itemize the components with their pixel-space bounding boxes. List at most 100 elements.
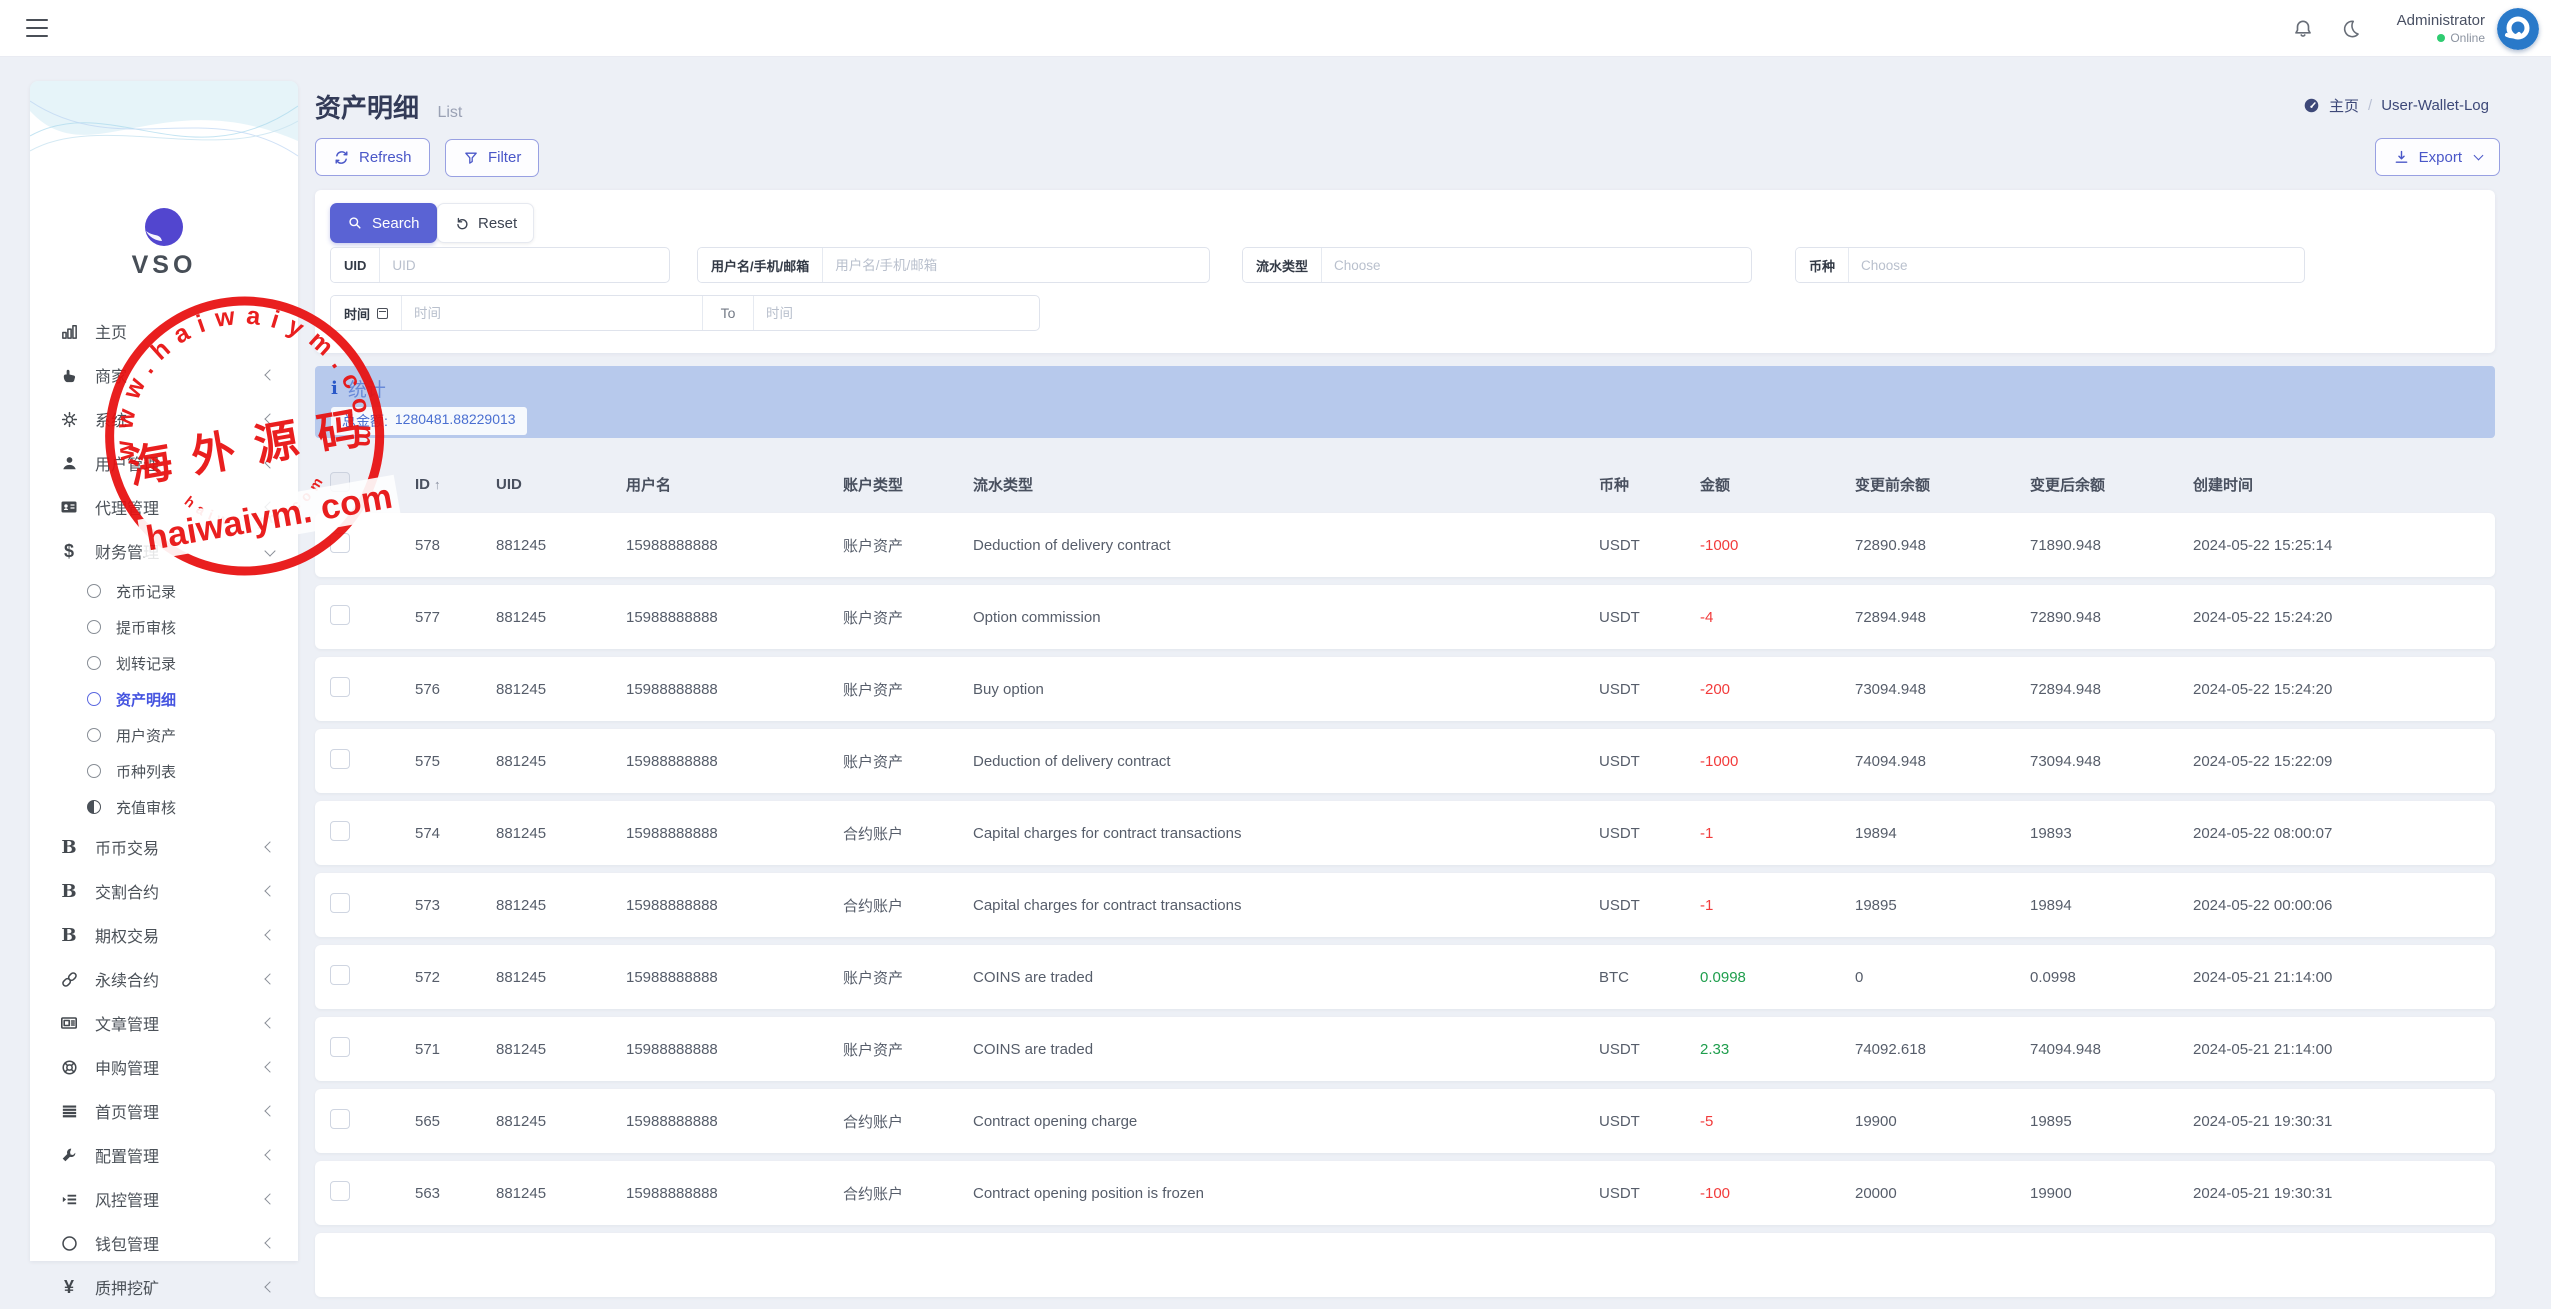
- time-to-input[interactable]: [754, 296, 1039, 330]
- sidebar-item[interactable]: 代理管理: [30, 485, 298, 529]
- avatar[interactable]: [2497, 8, 2539, 50]
- table-row: 57188124515988888888账户资产COINS are traded…: [315, 1017, 2495, 1081]
- list-icon: [56, 1102, 82, 1121]
- breadcrumb-current: User-Wallet-Log: [2381, 97, 2489, 114]
- sidebar-item[interactable]: 申购管理: [30, 1045, 298, 1089]
- export-button[interactable]: Export: [2375, 138, 2500, 176]
- dollar-icon: $: [56, 541, 82, 562]
- sidebar-item[interactable]: 主页: [30, 309, 298, 353]
- row-checkbox[interactable]: [330, 533, 350, 553]
- row-checkbox[interactable]: [330, 1037, 350, 1057]
- cell-account-type: 账户资产: [843, 1039, 973, 1060]
- cell-flow-type: Capital charges for contract transaction…: [973, 825, 1599, 842]
- cell-flow-type: Contract opening charge: [973, 1113, 1599, 1130]
- chevron-left-icon: [264, 841, 275, 852]
- sidebar: VSO 主页商家系统用户管理代理管理$财务管理充币记录提币审核划转记录资产明细用…: [30, 81, 298, 1261]
- sidebar-subitem[interactable]: 充币记录: [30, 573, 298, 609]
- sidebar-subitem[interactable]: 资产明细: [30, 681, 298, 717]
- row-checkbox[interactable]: [330, 821, 350, 841]
- cell-username: 15988888888: [626, 1041, 843, 1058]
- cell-username: 15988888888: [626, 897, 843, 914]
- select-all-checkbox[interactable]: [330, 472, 350, 492]
- sidebar-item[interactable]: 商家: [30, 353, 298, 397]
- main-content: 资产明细 List 主页 / User-Wallet-Log: [315, 57, 2520, 1305]
- topbar: Administrator Online: [0, 0, 2551, 57]
- flow-type-field-group: 流水类型: [1242, 247, 1752, 283]
- cell-username: 15988888888: [626, 1185, 843, 1202]
- sidebar-item[interactable]: 钱包管理: [30, 1221, 298, 1265]
- cell-account-type: 账户资产: [843, 535, 973, 556]
- cell-username: 15988888888: [626, 1113, 843, 1130]
- account-field-group: 用户名/手机/邮箱: [697, 247, 1210, 283]
- table-row-partial: [315, 1233, 2495, 1297]
- notification-bell-icon[interactable]: [2292, 18, 2314, 40]
- sidebar-subitem[interactable]: 提币审核: [30, 609, 298, 645]
- sidebar-item[interactable]: 永续合约: [30, 957, 298, 1001]
- sidebar-item[interactable]: $财务管理: [30, 529, 298, 573]
- flow-type-select[interactable]: [1322, 248, 1751, 282]
- row-checkbox[interactable]: [330, 965, 350, 985]
- cell-after-balance: 74094.948: [2030, 1041, 2193, 1058]
- refresh-button[interactable]: Refresh: [315, 138, 430, 176]
- newspaper-icon: [56, 1013, 82, 1033]
- sidebar-item[interactable]: 系统: [30, 397, 298, 441]
- cell-before-balance: 19894: [1855, 825, 2030, 842]
- time-from-input[interactable]: [402, 296, 702, 330]
- breadcrumb-home[interactable]: 主页: [2329, 95, 2359, 116]
- uid-input[interactable]: [380, 248, 669, 282]
- cell-after-balance: 19893: [2030, 825, 2193, 842]
- cell-uid: 881245: [496, 537, 626, 554]
- cell-flow-type: Option commission: [973, 609, 1599, 626]
- cell-after-balance: 19894: [2030, 897, 2193, 914]
- sidebar-item[interactable]: 用户管理: [30, 441, 298, 485]
- cell-created-time: 2024-05-22 08:00:07: [2193, 825, 2495, 842]
- cell-id: 563: [415, 1185, 496, 1202]
- reset-button[interactable]: Reset: [437, 203, 534, 243]
- col-header-flow-type: 流水类型: [973, 474, 1599, 495]
- life-ring-icon: [56, 1058, 82, 1077]
- row-checkbox[interactable]: [330, 1109, 350, 1129]
- sidebar-subitem[interactable]: 充值审核: [30, 789, 298, 825]
- sidebar-item[interactable]: B交割合约: [30, 869, 298, 913]
- row-checkbox[interactable]: [330, 1181, 350, 1201]
- cell-flow-type: Capital charges for contract transaction…: [973, 897, 1599, 914]
- sidebar-item[interactable]: B币币交易: [30, 825, 298, 869]
- chevron-left-icon: [264, 929, 275, 940]
- row-checkbox[interactable]: [330, 677, 350, 697]
- circle-bullet-icon: [87, 620, 101, 634]
- col-header-id[interactable]: ID↑: [415, 476, 496, 493]
- time-label: 时间: [344, 304, 370, 323]
- currency-select[interactable]: [1849, 248, 2304, 282]
- sidebar-item[interactable]: ¥质押挖矿: [30, 1265, 298, 1309]
- col-header-before: 变更前余额: [1855, 474, 2030, 495]
- search-button[interactable]: Search: [330, 203, 437, 243]
- breadcrumb-separator: /: [2368, 97, 2372, 114]
- row-checkbox[interactable]: [330, 749, 350, 769]
- menu-toggle-icon[interactable]: [26, 19, 48, 37]
- row-checkbox[interactable]: [330, 605, 350, 625]
- bitcoin-icon: B: [56, 925, 82, 946]
- filter-button[interactable]: Filter: [445, 139, 539, 177]
- cell-created-time: 2024-05-21 21:14:00: [2193, 1041, 2495, 1058]
- row-checkbox[interactable]: [330, 893, 350, 913]
- cell-before-balance: 73094.948: [1855, 681, 2030, 698]
- cell-flow-type: Contract opening position is frozen: [973, 1185, 1599, 1202]
- sidebar-subitem[interactable]: 币种列表: [30, 753, 298, 789]
- sidebar-subitem[interactable]: 划转记录: [30, 645, 298, 681]
- sidebar-subitem[interactable]: 用户资产: [30, 717, 298, 753]
- cell-uid: 881245: [496, 753, 626, 770]
- sidebar-item[interactable]: 文章管理: [30, 1001, 298, 1045]
- cell-amount: -4: [1700, 609, 1855, 626]
- cell-created-time: 2024-05-22 15:24:20: [2193, 681, 2495, 698]
- user-icon: [56, 454, 82, 473]
- time-range-field-group: 时间 To: [330, 295, 1040, 331]
- account-input[interactable]: [823, 248, 1209, 282]
- sidebar-item[interactable]: B期权交易: [30, 913, 298, 957]
- sidebar-item[interactable]: 首页管理: [30, 1089, 298, 1133]
- sidebar-item[interactable]: 配置管理: [30, 1133, 298, 1177]
- col-header-currency: 币种: [1599, 474, 1700, 495]
- cell-amount: 2.33: [1700, 1041, 1855, 1058]
- sidebar-item[interactable]: 风控管理: [30, 1177, 298, 1221]
- dark-mode-moon-icon[interactable]: [2340, 18, 2361, 39]
- col-header-uid: UID: [496, 476, 626, 493]
